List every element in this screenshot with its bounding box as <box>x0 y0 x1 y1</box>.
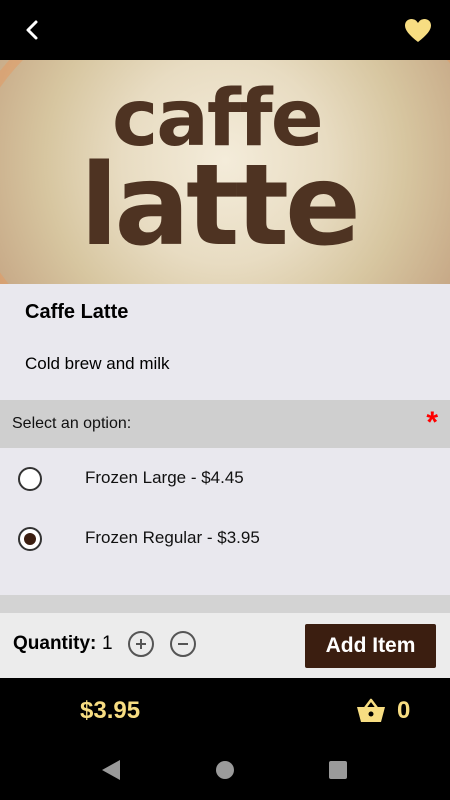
add-item-button[interactable]: Add Item <box>305 624 436 668</box>
chevron-left-icon <box>26 20 38 40</box>
product-description: Cold brew and milk <box>25 354 170 373</box>
favorite-button[interactable] <box>400 12 436 48</box>
radio-button-selected[interactable] <box>18 527 42 551</box>
option-item-frozen-large[interactable]: Frozen Large - $4.45 <box>0 449 450 509</box>
top-bar <box>0 0 450 60</box>
option-header: Select an option: * <box>0 400 450 448</box>
nav-back-icon[interactable] <box>100 758 122 782</box>
cart-count: 0 <box>397 697 411 724</box>
nav-recents-icon[interactable] <box>329 761 347 779</box>
minus-circle-icon <box>178 643 188 645</box>
total-price: $3.95 <box>80 697 141 724</box>
radio-button[interactable] <box>18 467 42 491</box>
option-item-frozen-regular[interactable]: Frozen Regular - $3.95 <box>0 509 450 569</box>
heart-icon <box>405 18 431 42</box>
increase-quantity-button[interactable] <box>128 631 154 657</box>
back-button[interactable] <box>18 16 46 44</box>
quantity-value: 1 <box>102 633 113 654</box>
cart-button[interactable] <box>356 697 386 725</box>
product-image: caffe latte <box>0 60 450 284</box>
plus-circle-icon <box>136 639 146 649</box>
required-marker: * <box>426 406 438 439</box>
quantity-label: Quantity: <box>13 633 97 654</box>
logo-text-line2: latte <box>80 141 361 271</box>
basket-icon <box>357 698 385 722</box>
option-label: Frozen Large - $4.45 <box>85 468 244 487</box>
decrease-quantity-button[interactable] <box>170 631 196 657</box>
option-header-label: Select an option: <box>12 415 132 432</box>
product-title: Caffe Latte <box>25 301 129 323</box>
nav-home-icon[interactable] <box>216 761 234 779</box>
option-label: Frozen Regular - $3.95 <box>85 528 260 547</box>
